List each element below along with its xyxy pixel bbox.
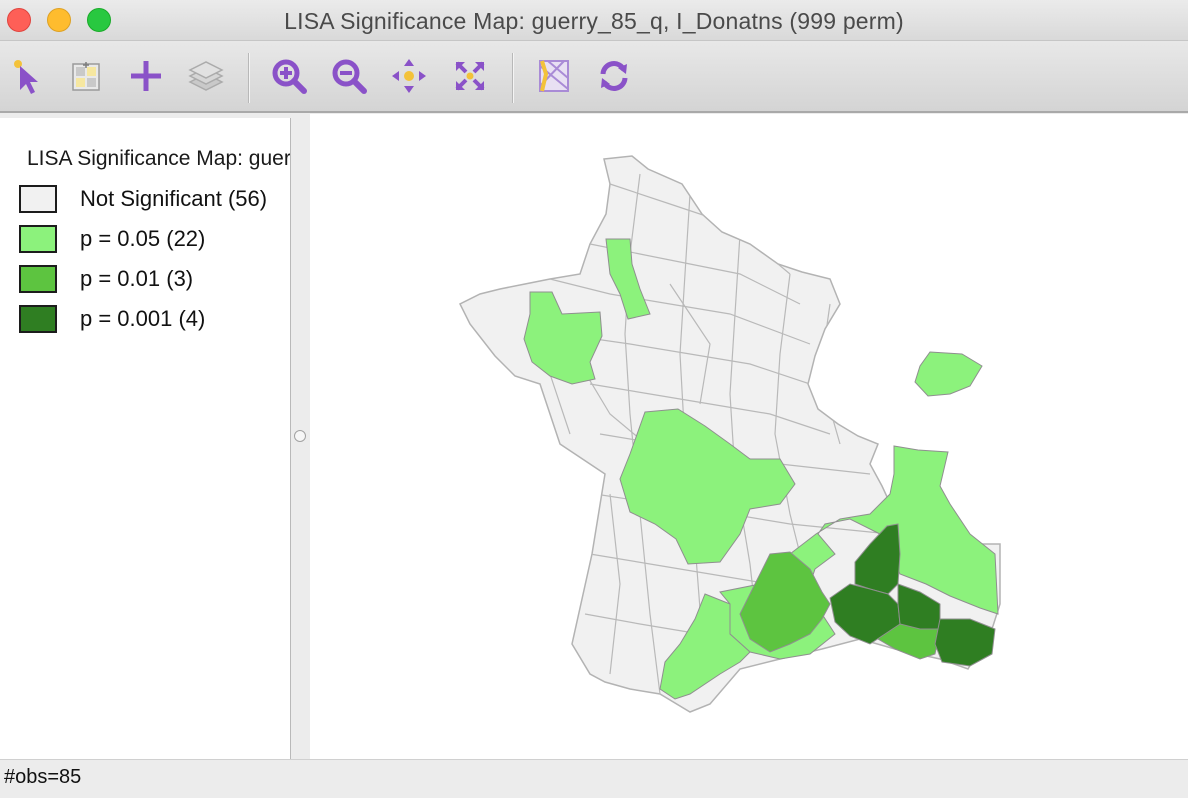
zoom-out-button[interactable] xyxy=(326,53,372,99)
map-canvas[interactable] xyxy=(310,114,1188,759)
legend-label: p = 0.001 (4) xyxy=(80,306,206,331)
toolbar-separator xyxy=(512,53,514,103)
legend-item[interactable]: p = 0.05 (22) xyxy=(19,225,289,255)
legend-label: p = 0.01 (3) xyxy=(80,266,194,291)
pan-icon xyxy=(392,59,426,93)
legend-swatch xyxy=(19,265,57,293)
select-tool-button[interactable] xyxy=(5,53,51,99)
full-extent-icon xyxy=(455,61,485,91)
pan-button[interactable] xyxy=(386,53,432,99)
add-layer-icon xyxy=(131,61,161,91)
full-extent-button[interactable] xyxy=(447,53,493,99)
legend-title: LISA Significance Map: guerry_85_q, I_Do… xyxy=(27,147,291,170)
legend-item[interactable]: p = 0.001 (4) xyxy=(19,305,289,335)
legend-label: Not Significant (56) xyxy=(80,186,268,211)
status-bar: #obs=85 xyxy=(0,759,1188,798)
add-layer-button[interactable] xyxy=(123,53,169,99)
panel-splitter[interactable] xyxy=(291,118,309,759)
zoom-in-button[interactable] xyxy=(266,53,312,99)
select-by-map-button[interactable] xyxy=(63,53,109,99)
legend-swatch xyxy=(19,305,57,333)
refresh-button[interactable] xyxy=(591,53,637,99)
window-title: LISA Significance Map: guerry_85_q, I_Do… xyxy=(284,8,904,34)
region-p05[interactable] xyxy=(914,351,983,397)
select-map-icon xyxy=(72,62,100,91)
zoom-out-icon xyxy=(332,59,367,94)
legend-swatch xyxy=(19,185,57,213)
basemap-icon xyxy=(539,60,569,92)
refresh-icon xyxy=(600,61,628,91)
france-map[interactable] xyxy=(310,114,1188,759)
layers-button[interactable] xyxy=(183,53,229,99)
toolbar-separator xyxy=(248,53,250,103)
select-icon xyxy=(14,60,38,94)
basemap-button[interactable] xyxy=(531,53,577,99)
legend-item[interactable]: p = 0.01 (3) xyxy=(19,265,289,295)
region-p001[interactable] xyxy=(934,618,996,667)
map-legend: LISA Significance Map: guerry_85_q, I_Do… xyxy=(0,118,291,759)
legend-label: p = 0.05 (22) xyxy=(80,226,206,251)
legend-swatch xyxy=(19,225,57,253)
zoom-in-icon xyxy=(272,59,307,94)
window-titlebar: LISA Significance Map: guerry_85_q, I_Do… xyxy=(0,0,1188,41)
toolbar xyxy=(0,41,1188,113)
splitter-handle[interactable] xyxy=(294,430,306,442)
legend-item[interactable]: Not Significant (56) xyxy=(19,185,289,215)
layers-icon xyxy=(188,61,224,91)
status-text: #obs=85 xyxy=(4,766,82,788)
